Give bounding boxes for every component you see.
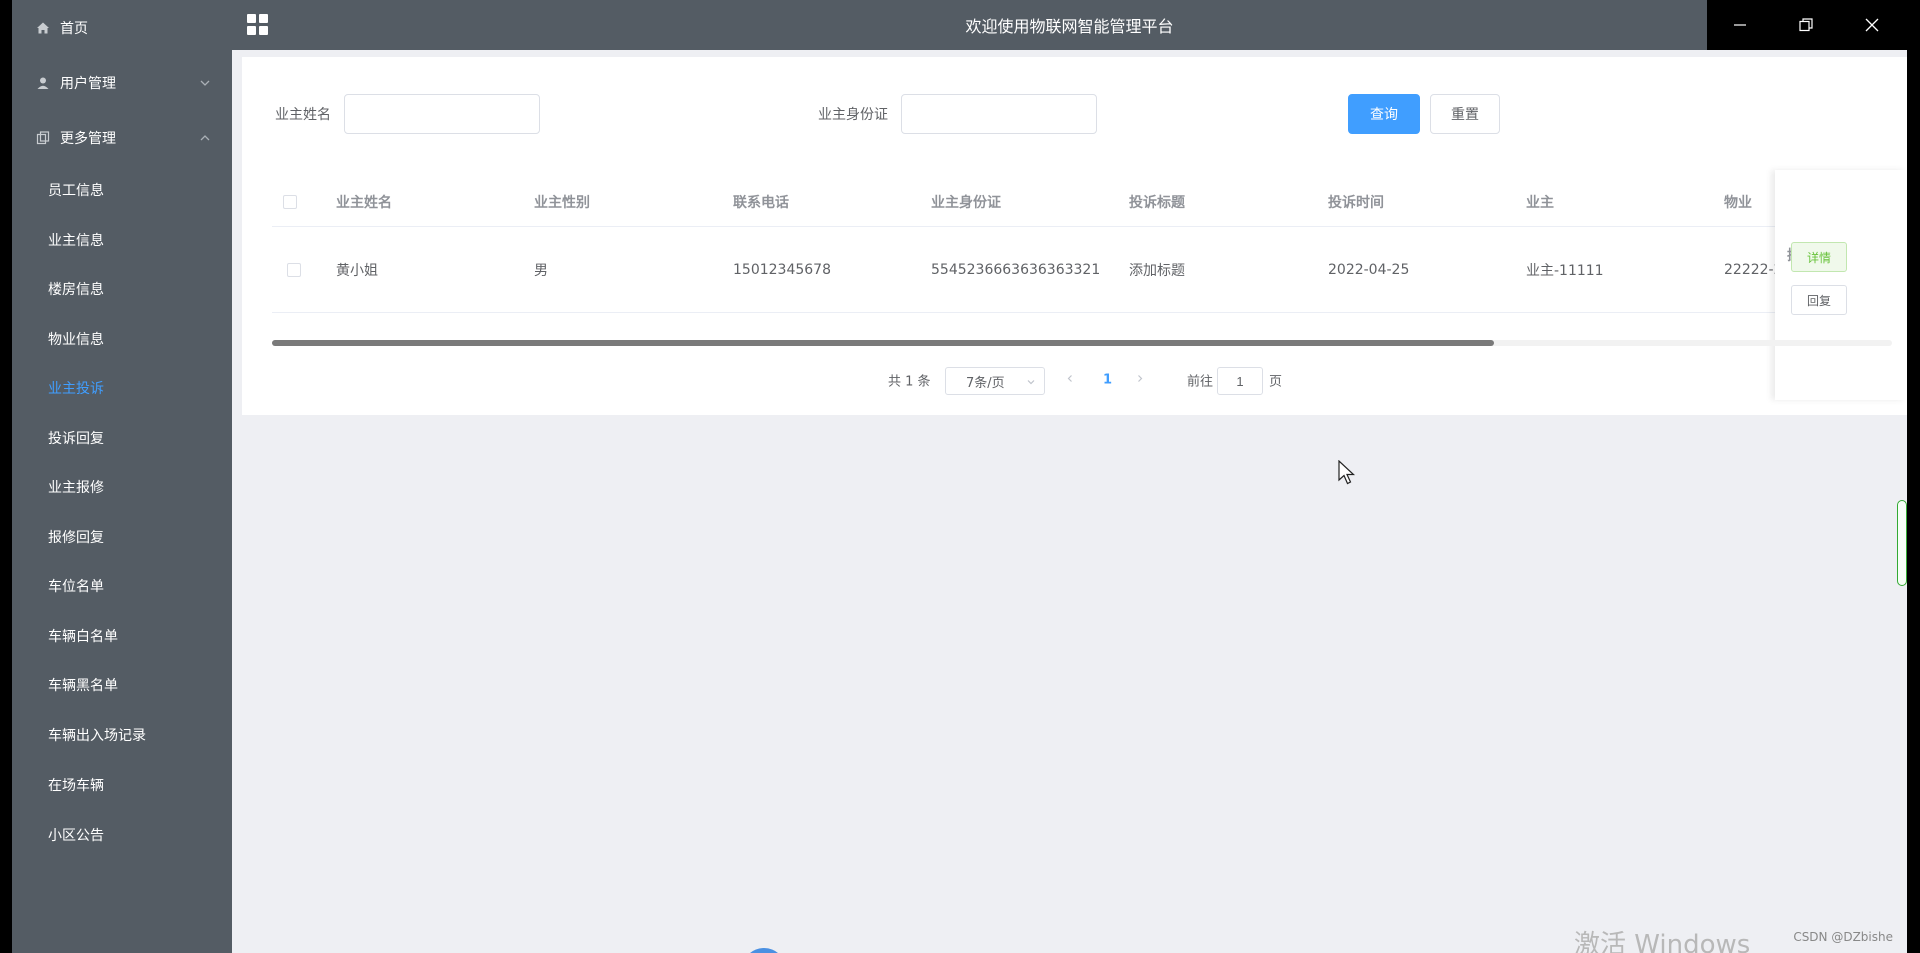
owner-name-label: 业主姓名: [275, 107, 331, 123]
complaints-panel: 业主姓名 业主身份证 查询 重置 业主姓名 业主性别 联系电话 业主身份证 投诉…: [242, 57, 1907, 415]
pagination: 共 1 条 7条/页 1 前往 页: [242, 365, 1907, 395]
page-vertical-scrollbar[interactable]: [1897, 500, 1907, 586]
sidebar-item-repair-replies[interactable]: 报修回复: [12, 512, 232, 562]
detail-button[interactable]: 详情: [1791, 242, 1847, 272]
cell-complaint-title: 添加标题: [1129, 263, 1185, 279]
chevron-left-icon: [1067, 375, 1072, 382]
restore-button[interactable]: [1773, 0, 1839, 50]
sidebar-item-label: 更多管理: [60, 131, 116, 147]
close-button[interactable]: [1839, 0, 1905, 50]
page-number-current[interactable]: 1: [1103, 373, 1112, 388]
owner-name-input[interactable]: [344, 94, 540, 134]
goto-page-input[interactable]: [1217, 367, 1263, 395]
window-controls: [1707, 0, 1907, 50]
cell-owner-id: 5545236663636363321: [931, 262, 1101, 278]
row-checkbox[interactable]: [287, 263, 301, 277]
sidebar-item-property-info[interactable]: 物业信息: [12, 314, 232, 364]
query-button[interactable]: 查询: [1348, 94, 1420, 134]
table-row[interactable]: 黄小姐 男 15012345678 5545236663636363321 添加…: [272, 228, 1892, 313]
chevron-up-icon: [198, 131, 212, 145]
sidebar: 首页 用户管理 更多管理 员工信息 业主信息 楼房信息 物业信息 业主投诉 投诉…: [12, 0, 232, 953]
home-icon: [34, 19, 52, 37]
table-header: 业主姓名 业主性别 联系电话 业主身份证 投诉标题 投诉时间 业主 物业: [272, 177, 1892, 227]
sidebar-item-owner-info[interactable]: 业主信息: [12, 215, 232, 265]
sidebar-item-more-management[interactable]: 更多管理: [12, 113, 232, 163]
minimize-button[interactable]: [1707, 0, 1773, 50]
owner-id-label: 业主身份证: [818, 107, 888, 123]
select-all-checkbox[interactable]: [283, 194, 297, 209]
page-size-value: 7条/页: [966, 375, 1005, 391]
column-header: 业主: [1526, 194, 1554, 211]
cell-owner-gender: 男: [534, 263, 548, 279]
top-header: 欢迎使用物联网智能管理平台: [232, 0, 1907, 50]
sidebar-item-vehicle-whitelist[interactable]: 车辆白名单: [12, 611, 232, 661]
column-header: 业主性别: [534, 194, 590, 211]
chevron-down-icon: [1026, 376, 1036, 386]
page-size-select[interactable]: 7条/页: [945, 367, 1045, 395]
reset-button[interactable]: 重置: [1430, 94, 1500, 134]
app-window: 首页 用户管理 更多管理 员工信息 业主信息 楼房信息 物业信息 业主投诉 投诉…: [12, 0, 1907, 953]
total-count: 共 1 条: [888, 374, 931, 390]
mouse-cursor-icon: [1338, 459, 1356, 486]
goto-label: 前往: [1187, 374, 1214, 390]
cell-complaint-time: 2022-04-25: [1328, 262, 1410, 278]
column-header: 联系电话: [733, 194, 789, 211]
table-horizontal-scrollbar[interactable]: [272, 340, 1892, 346]
owner-id-input[interactable]: [901, 94, 1097, 134]
restore-icon: [1799, 18, 1813, 32]
copy-icon: [34, 129, 52, 147]
prev-page-button[interactable]: [1065, 373, 1075, 388]
column-header: 物业: [1724, 194, 1752, 211]
sidebar-item-owner-repairs[interactable]: 业主报修: [12, 462, 232, 512]
page-title: 欢迎使用物联网智能管理平台: [965, 17, 1174, 36]
sidebar-item-community-notices[interactable]: 小区公告: [12, 810, 232, 860]
floating-action-icon[interactable]: [742, 948, 786, 953]
column-header: 业主姓名: [336, 194, 392, 211]
sidebar-item-label: 用户管理: [60, 76, 116, 92]
cell-owner: 业主-11111: [1526, 263, 1604, 279]
source-credit: CSDN @DZbishe: [1793, 930, 1893, 944]
activation-watermark: 激活 Windows: [1574, 930, 1751, 953]
sidebar-item-vehicle-records[interactable]: 车辆出入场记录: [12, 710, 232, 760]
sidebar-item-home[interactable]: 首页: [12, 3, 232, 53]
close-icon: [1865, 18, 1879, 32]
column-header: 业主身份证: [931, 194, 1001, 211]
sidebar-item-complaint-replies[interactable]: 投诉回复: [12, 413, 232, 463]
minimize-icon: [1734, 24, 1746, 26]
user-icon: [34, 74, 52, 92]
sidebar-item-owner-complaints[interactable]: 业主投诉: [12, 363, 232, 413]
cell-property: 22222-2: [1724, 262, 1783, 278]
sidebar-item-parking-list[interactable]: 车位名单: [12, 561, 232, 611]
sidebar-item-building-info[interactable]: 楼房信息: [12, 264, 232, 314]
sidebar-item-label: 首页: [60, 21, 88, 37]
reply-button[interactable]: 回复: [1791, 285, 1847, 315]
column-header: 投诉时间: [1328, 194, 1384, 211]
chevron-right-icon: [1138, 375, 1143, 382]
scrollbar-thumb[interactable]: [272, 340, 1494, 346]
sidebar-item-vehicles-present[interactable]: 在场车辆: [12, 760, 232, 810]
cell-phone: 15012345678: [733, 262, 831, 278]
chevron-down-icon: [198, 76, 212, 90]
cell-owner-name: 黄小姐: [336, 263, 378, 279]
sidebar-item-staff-info[interactable]: 员工信息: [12, 165, 232, 215]
sidebar-item-vehicle-blacklist[interactable]: 车辆黑名单: [12, 660, 232, 710]
next-page-button[interactable]: [1135, 373, 1145, 388]
page-suffix: 页: [1269, 374, 1283, 390]
column-header: 投诉标题: [1129, 194, 1185, 211]
sidebar-item-user-management[interactable]: 用户管理: [12, 58, 232, 108]
